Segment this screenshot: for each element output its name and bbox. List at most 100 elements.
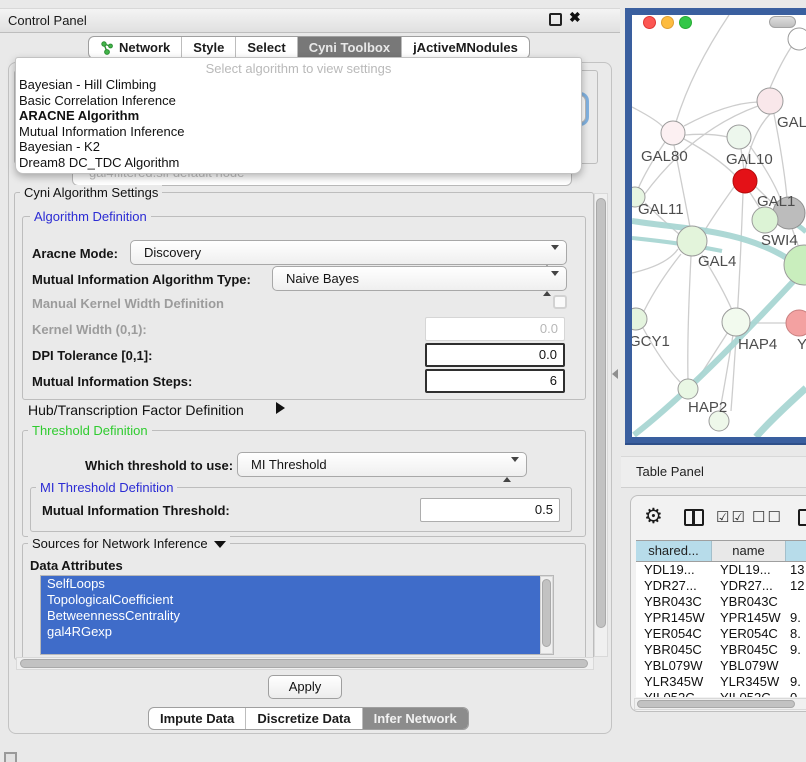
float-window-icon[interactable] [549, 13, 562, 26]
mi-threshold-group-title: MI Threshold Definition [36, 480, 177, 495]
dropdown-item[interactable]: Mutual Information Inference [16, 124, 581, 140]
node-label: HAP2 [688, 399, 727, 416]
list-scrollbar-thumb[interactable] [542, 579, 551, 647]
kernel-width-field[interactable]: 0.0 [425, 317, 565, 341]
node-gal10[interactable] [727, 125, 751, 149]
settings-horizontal-scrollbar-thumb[interactable] [20, 659, 588, 668]
settings-horizontal-scrollbar[interactable] [16, 657, 594, 670]
table-row[interactable]: YDL19...YDL19...13 [636, 562, 806, 578]
list-item[interactable]: TopologicalCoefficient [41, 592, 540, 608]
control-panel-title: Control Panel [8, 9, 87, 32]
manual-kernel-width-checkbox[interactable] [553, 295, 567, 309]
mi-algorithm-type-combobox[interactable]: Naive Bayes [272, 266, 567, 291]
tab-impute-data[interactable]: Impute Data [149, 708, 245, 729]
table-row[interactable]: YBR043CYBR043C [636, 594, 806, 610]
column-header-shared-name[interactable]: shared... [636, 541, 712, 561]
table-row[interactable]: YPR145WYPR145W9. [636, 610, 806, 626]
close-icon[interactable]: ✖ [569, 9, 581, 26]
network-graph[interactable]: GAL GAL80 GAL10 GAL1 GAL11 SWI4 GAL4 GCY… [632, 15, 806, 437]
table-row[interactable]: YBL079WYBL079W [636, 658, 806, 674]
list-item[interactable]: BetweennessCentrality [41, 608, 540, 624]
node-gal-partial[interactable] [757, 88, 783, 114]
table-row[interactable]: YLR345WYLR345W9. [636, 674, 806, 690]
dropdown-item-selected[interactable]: ARACNE Algorithm [16, 108, 581, 124]
tab-network-label: Network [119, 40, 170, 55]
list-item[interactable]: gal4RGexp [41, 624, 540, 640]
table-row[interactable]: YBR045CYBR045C9. [636, 642, 806, 658]
expand-arrow-icon[interactable] [276, 402, 285, 414]
deselect-all-checkboxes-icon[interactable]: ☐☐ [752, 508, 783, 526]
network-nodes[interactable] [632, 28, 806, 431]
data-attributes-list[interactable]: SelfLoops TopologicalCoefficient Between… [40, 575, 554, 655]
node-salmon[interactable] [786, 310, 806, 336]
kernel-width-label: Kernel Width (0,1): [32, 322, 147, 337]
which-threshold-label: Which threshold to use: [85, 458, 233, 473]
hub-definition-label[interactable]: Hub/Transcription Factor Definition [28, 402, 244, 418]
dropdown-item[interactable]: Bayesian - Hill Climbing [16, 77, 581, 93]
tab-discretize-data[interactable]: Discretize Data [245, 708, 361, 729]
node-unlabeled[interactable] [788, 28, 806, 50]
algorithm-definition-title: Algorithm Definition [30, 209, 151, 224]
list-scrollbar[interactable] [540, 576, 553, 654]
dpi-tolerance-label: DPI Tolerance [0,1]: [32, 348, 152, 363]
dpi-tolerance-field[interactable]: 0.0 [425, 343, 565, 367]
node-label: SWI4 [761, 232, 798, 249]
table-horizontal-scrollbar-thumb[interactable] [637, 700, 795, 708]
tab-select[interactable]: Select [235, 37, 296, 58]
panel-divider-arrow-icon[interactable] [612, 369, 618, 379]
column-header-partial[interactable] [786, 541, 806, 561]
node-gal4[interactable] [677, 226, 707, 256]
algorithm-dropdown-popup: Select algorithm to view settings Bayesi… [15, 57, 582, 174]
node-gcy1[interactable] [632, 308, 647, 330]
mi-threshold-field[interactable]: 0.5 [420, 498, 560, 522]
which-threshold-combobox[interactable]: MI Threshold [237, 452, 527, 477]
apply-button[interactable]: Apply [268, 675, 342, 699]
tab-style[interactable]: Style [181, 37, 235, 58]
data-attributes-label: Data Attributes [30, 558, 123, 573]
table-row[interactable]: YIL052CYIL052C0. [636, 690, 806, 697]
table-body[interactable]: YDL19...YDL19...13 YDR27...YDR27...12 YB… [636, 562, 806, 697]
tab-infer-network[interactable]: Infer Network [362, 708, 468, 729]
list-item[interactable] [41, 640, 540, 655]
node-swi4[interactable] [784, 245, 806, 285]
dropdown-item[interactable]: Dream8 DC_TDC Algorithm [16, 155, 581, 171]
mi-threshold-label: Mutual Information Threshold: [42, 503, 230, 518]
cyni-bottom-tabbar: Impute Data Discretize Data Infer Networ… [148, 707, 469, 730]
mi-steps-field[interactable]: 6 [425, 369, 565, 393]
node-label: Y [797, 336, 806, 353]
sources-group-title[interactable]: Sources for Network Inference [28, 536, 230, 551]
tab-jactivemnodules[interactable]: jActiveMNodules [401, 37, 529, 58]
table-row[interactable]: YER054CYER054C8. [636, 626, 806, 642]
node-hap4[interactable] [722, 308, 750, 336]
table-row[interactable]: YDR27...YDR27...12 [636, 578, 806, 594]
dropdown-prompt: Select algorithm to view settings [16, 60, 581, 77]
dropdown-item[interactable]: Basic Correlation Inference [16, 93, 581, 109]
settings-vertical-scrollbar[interactable] [594, 193, 608, 657]
node-label: GAL4 [698, 253, 736, 270]
node-hap2[interactable] [678, 379, 698, 399]
table-header-row: shared... name [636, 540, 806, 562]
aracne-mode-combobox[interactable]: Discovery [130, 240, 567, 265]
collapsed-panel-icon[interactable] [4, 752, 17, 762]
select-all-checkboxes-icon[interactable]: ☑☑ [716, 508, 747, 526]
list-item[interactable]: SelfLoops [41, 576, 540, 592]
application-window: Control Panel ✖ Network Style Select Cyn… [0, 0, 806, 762]
table-horizontal-scrollbar[interactable] [634, 698, 806, 710]
tab-cyni-toolbox[interactable]: Cyni Toolbox [297, 37, 401, 58]
node-red[interactable] [733, 169, 757, 193]
settings-vertical-scrollbar-thumb[interactable] [596, 198, 606, 628]
node-label: GAL [777, 114, 806, 131]
network-icon [100, 41, 114, 55]
tab-network[interactable]: Network [89, 37, 181, 58]
show-columns-icon[interactable] [684, 509, 704, 526]
node-gal1[interactable] [752, 207, 778, 233]
partial-toolbar-icon[interactable] [798, 509, 806, 526]
gear-icon[interactable]: ⚙ [644, 504, 663, 529]
mi-steps-label: Mutual Information Steps: [32, 374, 192, 389]
node-label: GAL10 [726, 151, 773, 168]
control-panel-titlebar: Control Panel [0, 8, 620, 33]
collapse-arrow-icon[interactable] [214, 541, 226, 548]
dropdown-item[interactable]: Bayesian - K2 [16, 139, 581, 155]
column-header-name[interactable]: name [712, 541, 786, 561]
node-gal80[interactable] [661, 121, 685, 145]
